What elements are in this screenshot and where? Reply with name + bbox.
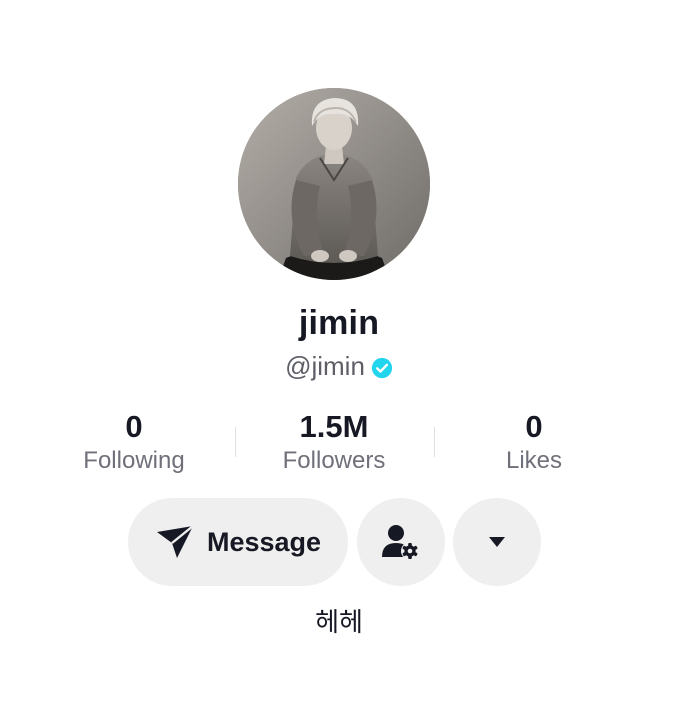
likes-label: Likes <box>505 447 563 474</box>
avatar-photo <box>238 88 430 280</box>
verified-badge-icon <box>371 357 393 378</box>
handle-row: @jimin <box>0 351 678 382</box>
user-gear-icon <box>382 525 419 560</box>
stat-divider <box>434 427 435 457</box>
following-label: Following <box>83 447 185 474</box>
following-count: 0 <box>125 409 143 444</box>
message-button-label: Message <box>206 526 322 557</box>
more-options-button[interactable] <box>453 498 541 586</box>
display-name: jimin <box>298 304 380 342</box>
caret-down-icon <box>489 537 505 547</box>
following-stat[interactable]: 0 Following <box>44 408 224 476</box>
followers-count: 1.5M <box>299 409 369 444</box>
followers-label: Followers <box>282 447 386 474</box>
profile-bio: 헤헤 <box>315 608 363 638</box>
send-icon <box>156 525 194 558</box>
followers-stat[interactable]: 1.5M Followers <box>244 408 424 476</box>
likes-count: 0 <box>525 409 543 444</box>
likes-stat[interactable]: 0 Likes <box>444 408 624 476</box>
username-handle: @jimin <box>285 351 365 381</box>
stat-divider <box>235 427 236 457</box>
follow-settings-button[interactable] <box>357 498 445 586</box>
profile-avatar[interactable] <box>238 88 430 280</box>
message-button[interactable]: Message <box>128 498 348 586</box>
